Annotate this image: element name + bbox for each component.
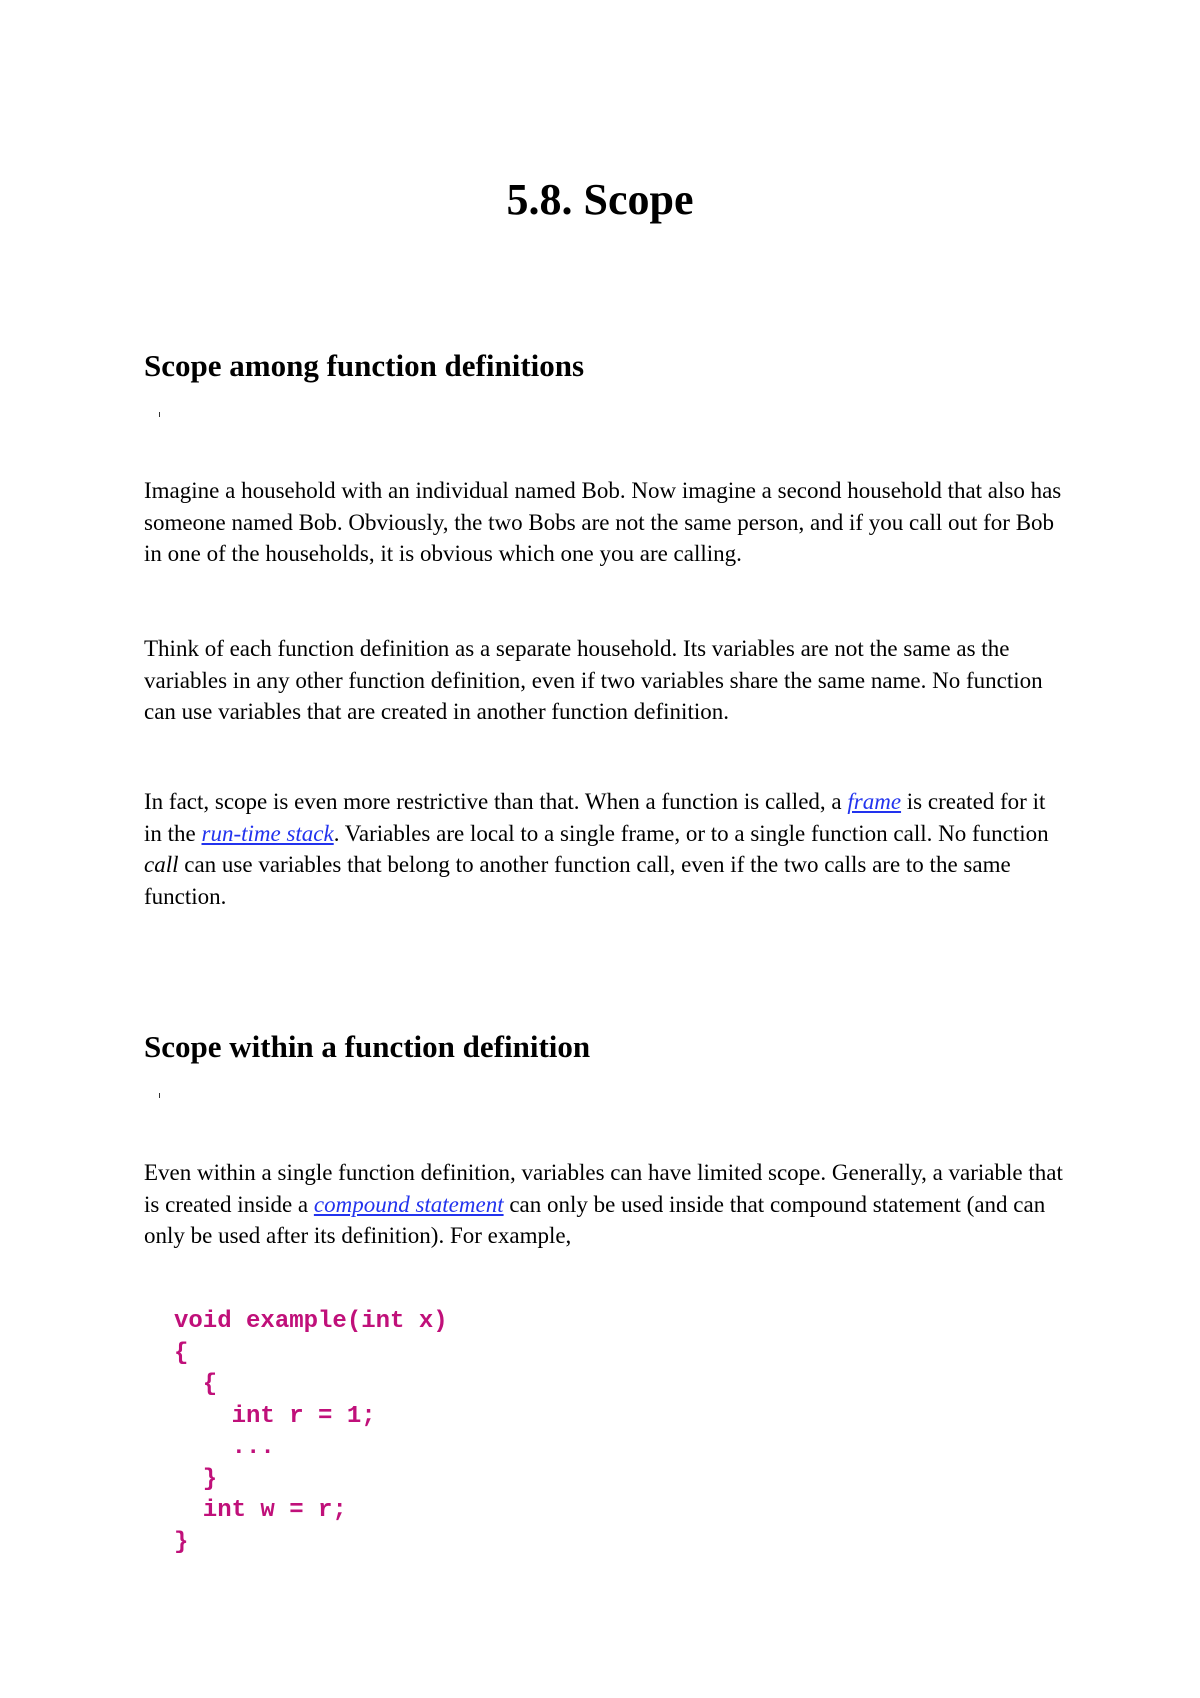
text: can use variables that belong to another… [144,852,1011,909]
paragraph-separate-household: Think of each function definition as a s… [144,636,1043,724]
emphasis-call: call [144,852,179,877]
page-title: 5.8. Scope [506,175,694,224]
anchor-marker [159,412,160,417]
link-compound-statement[interactable]: compound statement [314,1192,504,1217]
section-heading-among: Scope among function definitions [144,348,585,383]
text: . Variables are local to a single frame,… [333,820,1049,846]
paragraph-limited-scope: Even within a single function definition… [144,1157,1064,1252]
paragraph-restrictive: In fact, scope is even more restrictive … [144,786,1064,912]
text: In fact, scope is even more restrictive … [144,789,848,814]
section-heading-within: Scope within a function definition [144,1029,591,1064]
code-example: void example(int x) { { int r = 1; ... }… [174,1308,448,1556]
link-frame[interactable]: frame [847,789,901,814]
anchor-marker [159,1093,160,1098]
paragraph-household: Imagine a household with an individual n… [144,478,1062,566]
link-run-time-stack[interactable]: run-time stack [202,821,334,846]
